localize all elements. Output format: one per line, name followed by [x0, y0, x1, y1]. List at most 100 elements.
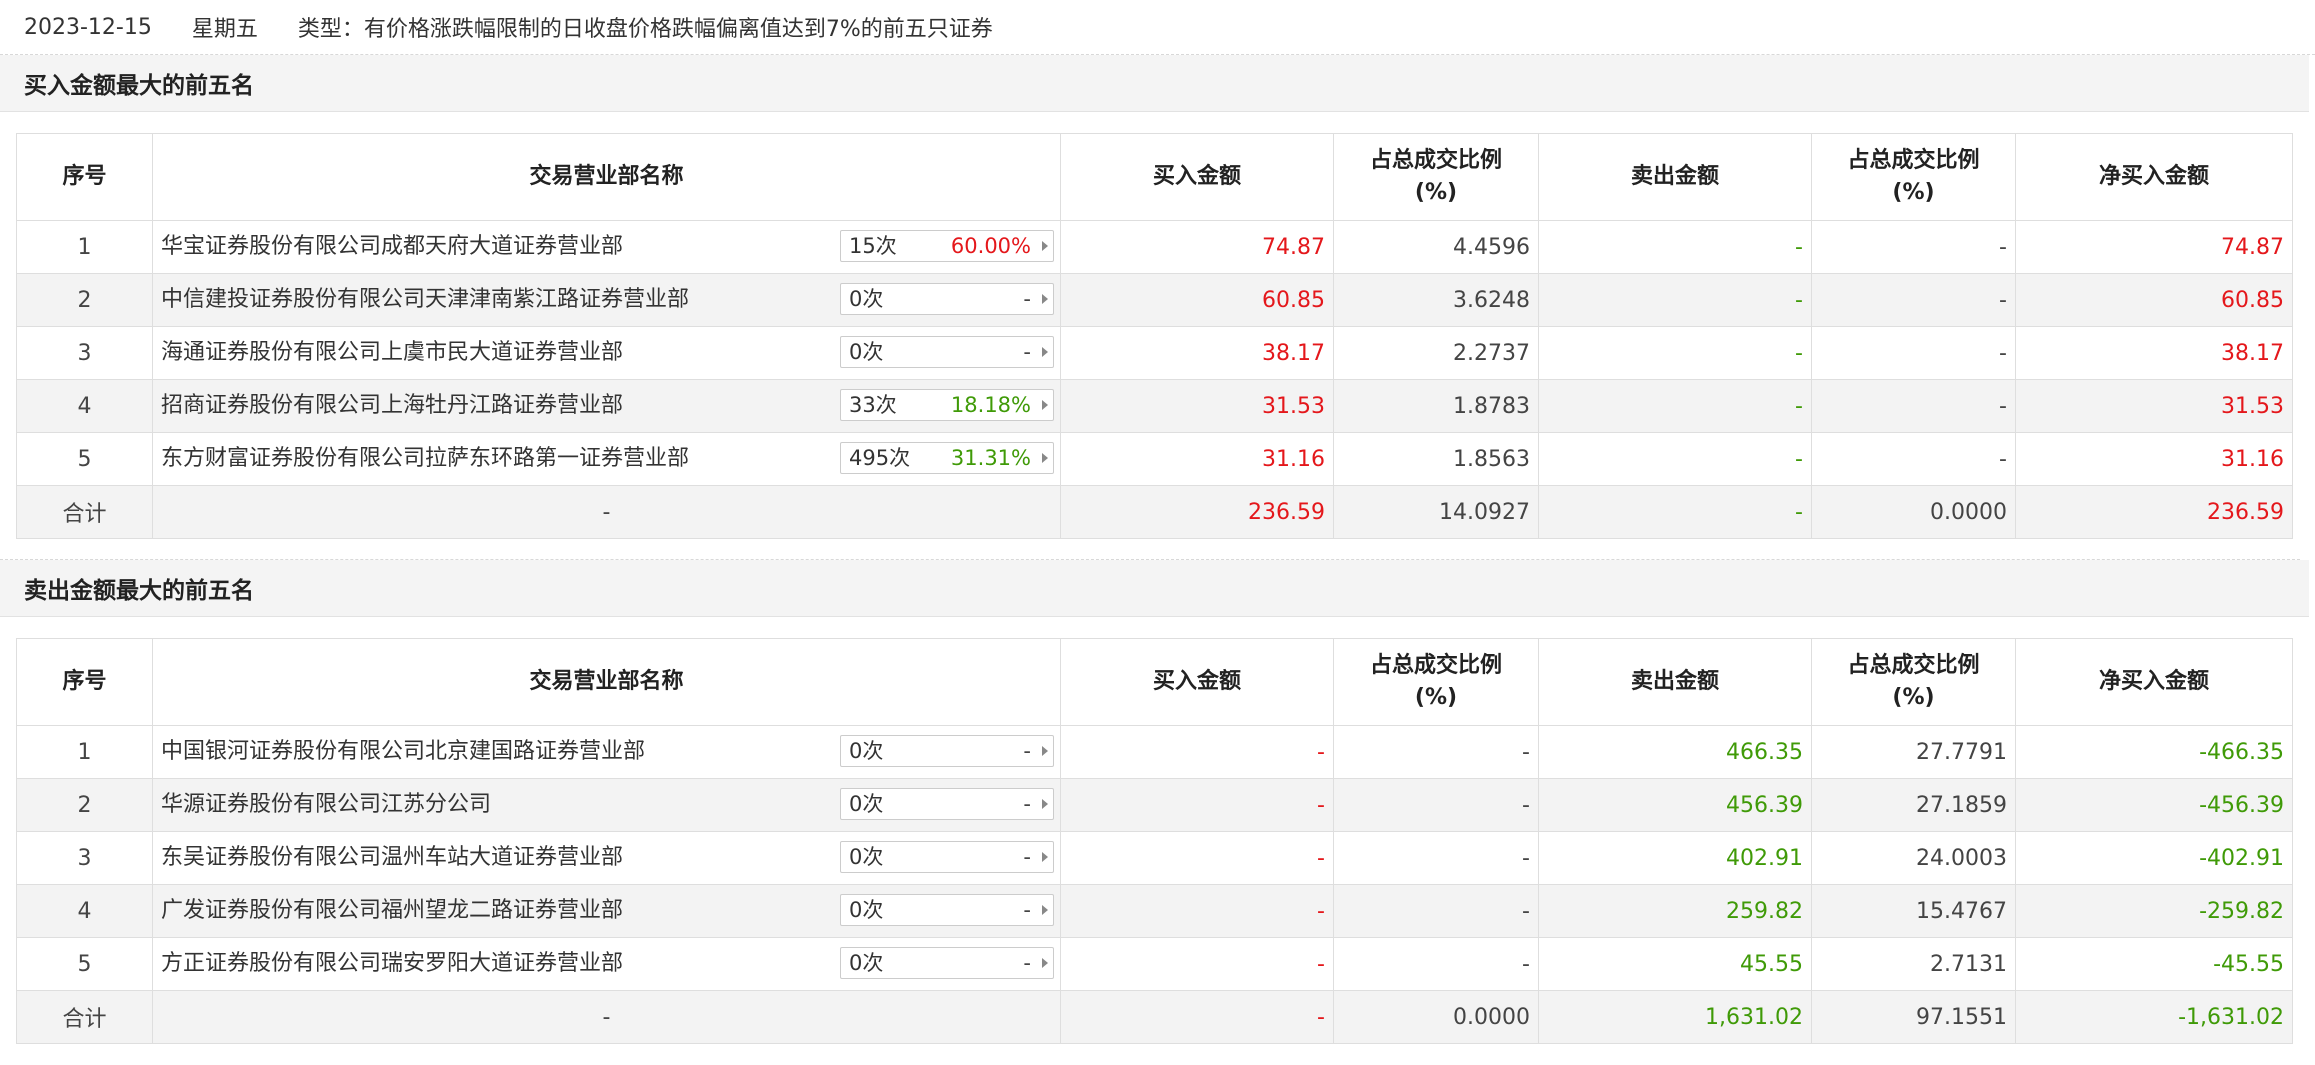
broker-stats-dropdown[interactable]: 0次 -: [840, 947, 1054, 979]
type-description: 类型：有价格涨跌幅限制的日收盘价格跌幅偏离值达到7%的前五只证券: [297, 17, 993, 42]
buy-amount-cell: 38.17: [1060, 326, 1334, 380]
sell-ratio-cell: -: [1811, 379, 2016, 433]
win-rate: 31.31%: [950, 446, 1031, 470]
table-row: 2 中信建投证券股份有限公司天津津南紫江路证券营业部 0次 -60.85 3.6248-…: [16, 273, 2293, 327]
appearance-count: 33次: [849, 393, 897, 417]
win-rate: -: [1023, 287, 1031, 311]
broker-name[interactable]: 东方财富证券股份有限公司拉萨东环路第一证券营业部: [161, 433, 689, 485]
net-buy-cell: 38.17: [2015, 326, 2293, 380]
table-row: 4 广发证券股份有限公司福州望龙二路证券营业部 0次 - - -259.82 15.4767…: [16, 884, 2293, 938]
broker-name[interactable]: 华源证券股份有限公司江苏分公司: [161, 779, 491, 831]
rank-cell: 2: [16, 778, 153, 832]
sell-ratio-cell: 27.7791: [1811, 725, 2016, 779]
net-buy-cell: 31.16: [2015, 432, 2293, 486]
column-header: 卖出金额: [1538, 133, 1812, 221]
buy-ratio-cell: 4.4596: [1333, 220, 1539, 274]
total-buy-ratio: 14.0927: [1333, 485, 1539, 539]
total-sell-ratio: 0.0000: [1811, 485, 2016, 539]
broker-stats-dropdown[interactable]: 0次 -: [840, 894, 1054, 926]
sell-amount-cell: -: [1538, 220, 1812, 274]
broker-name-cell: 东方财富证券股份有限公司拉萨东环路第一证券营业部 495次 31.31%: [152, 432, 1061, 486]
caret-right-icon: [1042, 241, 1048, 251]
caret-right-icon: [1042, 958, 1048, 968]
sell-amount-cell: 45.55: [1538, 937, 1812, 991]
buy-ratio-cell: 3.6248: [1333, 273, 1539, 327]
buy-section-title: 买入金额最大的前五名: [0, 55, 2309, 112]
broker-name[interactable]: 东吴证券股份有限公司温州车站大道证券营业部: [161, 832, 623, 884]
trade-date: 2023-12-15: [24, 14, 152, 40]
broker-stats-dropdown[interactable]: 0次 -: [840, 841, 1054, 873]
buy-ratio-cell: -: [1333, 884, 1539, 938]
sell-amount-cell: -: [1538, 379, 1812, 433]
win-rate: 60.00%: [950, 234, 1031, 258]
total-sell-amount: -: [1538, 485, 1812, 539]
broker-name-cell: 方正证券股份有限公司瑞安罗阳大道证券营业部 0次 -: [152, 937, 1061, 991]
broker-name[interactable]: 广发证券股份有限公司福州望龙二路证券营业部: [161, 885, 623, 937]
broker-stats-dropdown[interactable]: 0次 -: [840, 788, 1054, 820]
buy-amount-cell: -: [1060, 831, 1334, 885]
win-rate: -: [1023, 951, 1031, 975]
sell-ratio-cell: 24.0003: [1811, 831, 2016, 885]
appearance-count: 0次: [849, 287, 884, 311]
sell-table-wrap: 序号 交易营业部名称 买入金额 占总成交比例 (%) 卖出金额 占总成交比例 (%) 净买入金额…: [0, 617, 2315, 1044]
buy-top5-table: 序号 交易营业部名称 买入金额 占总成交比例 (%) 卖出金额 占总成交比例 (%) 净买入金额…: [16, 133, 2293, 539]
caret-right-icon: [1042, 400, 1048, 410]
buy-amount-cell: -: [1060, 778, 1334, 832]
sell-amount-cell: 402.91: [1538, 831, 1812, 885]
net-buy-cell: -45.55: [2015, 937, 2293, 991]
net-buy-cell: -456.39: [2015, 778, 2293, 832]
top-info-bar: 2023-12-15 星期五 类型：有价格涨跌幅限制的日收盘价格跌幅偏离值达到7…: [0, 0, 2315, 55]
win-rate: -: [1023, 898, 1031, 922]
net-buy-cell: 31.53: [2015, 379, 2293, 433]
broker-name[interactable]: 方正证券股份有限公司瑞安罗阳大道证券营业部: [161, 938, 623, 990]
buy-amount-cell: 74.87: [1060, 220, 1334, 274]
rank-cell: 3: [16, 831, 153, 885]
broker-stats-dropdown[interactable]: 15次 60.00%: [840, 230, 1054, 262]
total-net-buy: -1,631.02: [2015, 990, 2293, 1044]
column-header: 占总成交比例 (%): [1333, 638, 1539, 726]
sell-ratio-cell: -: [1811, 432, 2016, 486]
rank-cell: 4: [16, 379, 153, 433]
table-row: 2 华源证券股份有限公司江苏分公司 0次 - - -456.39 27.1859 -456.3…: [16, 778, 2293, 832]
column-header: 占总成交比例 (%): [1811, 133, 2016, 221]
table-row: 4 招商证券股份有限公司上海牡丹江路证券营业部 33次 18.18% 31.53 1.87…: [16, 379, 2293, 433]
caret-right-icon: [1042, 852, 1048, 862]
broker-stats-dropdown[interactable]: 0次 -: [840, 336, 1054, 368]
sell-amount-cell: -: [1538, 326, 1812, 380]
rank-cell: 1: [16, 220, 153, 274]
sell-section-title: 卖出金额最大的前五名: [0, 560, 2309, 617]
appearance-count: 0次: [849, 792, 884, 816]
buy-table-body: 1 华宝证券股份有限公司成都天府大道证券营业部 15次 60.00% 74.87 4.45…: [16, 220, 2293, 539]
appearance-count: 0次: [849, 845, 884, 869]
broker-name[interactable]: 海通证券股份有限公司上虞市民大道证券营业部: [161, 327, 623, 379]
buy-amount-cell: -: [1060, 884, 1334, 938]
total-row: 合计 -236.59 14.0927-0.0000 236.59: [16, 485, 2293, 539]
total-buy-amount: -: [1060, 990, 1334, 1044]
broker-name[interactable]: 中信建投证券股份有限公司天津津南紫江路证券营业部: [161, 274, 689, 326]
total-name-cell: -: [152, 485, 1061, 539]
win-rate: -: [1023, 340, 1031, 364]
rank-cell: 2: [16, 273, 153, 327]
header-row: 序号 交易营业部名称 买入金额 占总成交比例 (%) 卖出金额 占总成交比例 (%) 净买入金额: [16, 133, 2293, 221]
net-buy-cell: -402.91: [2015, 831, 2293, 885]
broker-name[interactable]: 华宝证券股份有限公司成都天府大道证券营业部: [161, 221, 623, 273]
broker-name-cell: 东吴证券股份有限公司温州车站大道证券营业部 0次 -: [152, 831, 1061, 885]
column-header: 买入金额: [1060, 638, 1334, 726]
total-buy-ratio: 0.0000: [1333, 990, 1539, 1044]
broker-name-cell: 中国银河证券股份有限公司北京建国路证券营业部 0次 -: [152, 725, 1061, 779]
buy-ratio-cell: -: [1333, 831, 1539, 885]
caret-right-icon: [1042, 799, 1048, 809]
broker-name[interactable]: 中国银河证券股份有限公司北京建国路证券营业部: [161, 726, 645, 778]
sell-amount-cell: 259.82: [1538, 884, 1812, 938]
broker-name-cell: 海通证券股份有限公司上虞市民大道证券营业部 0次 -: [152, 326, 1061, 380]
broker-stats-dropdown[interactable]: 495次 31.31%: [840, 442, 1054, 474]
win-rate: 18.18%: [950, 393, 1031, 417]
header-row: 序号 交易营业部名称 买入金额 占总成交比例 (%) 卖出金额 占总成交比例 (%) 净买入金额: [16, 638, 2293, 726]
sell-ratio-cell: 2.7131: [1811, 937, 2016, 991]
broker-name[interactable]: 招商证券股份有限公司上海牡丹江路证券营业部: [161, 380, 623, 432]
broker-stats-dropdown[interactable]: 0次 -: [840, 283, 1054, 315]
broker-stats-dropdown[interactable]: 0次 -: [840, 735, 1054, 767]
rank-cell: 4: [16, 884, 153, 938]
appearance-count: 0次: [849, 898, 884, 922]
broker-stats-dropdown[interactable]: 33次 18.18%: [840, 389, 1054, 421]
